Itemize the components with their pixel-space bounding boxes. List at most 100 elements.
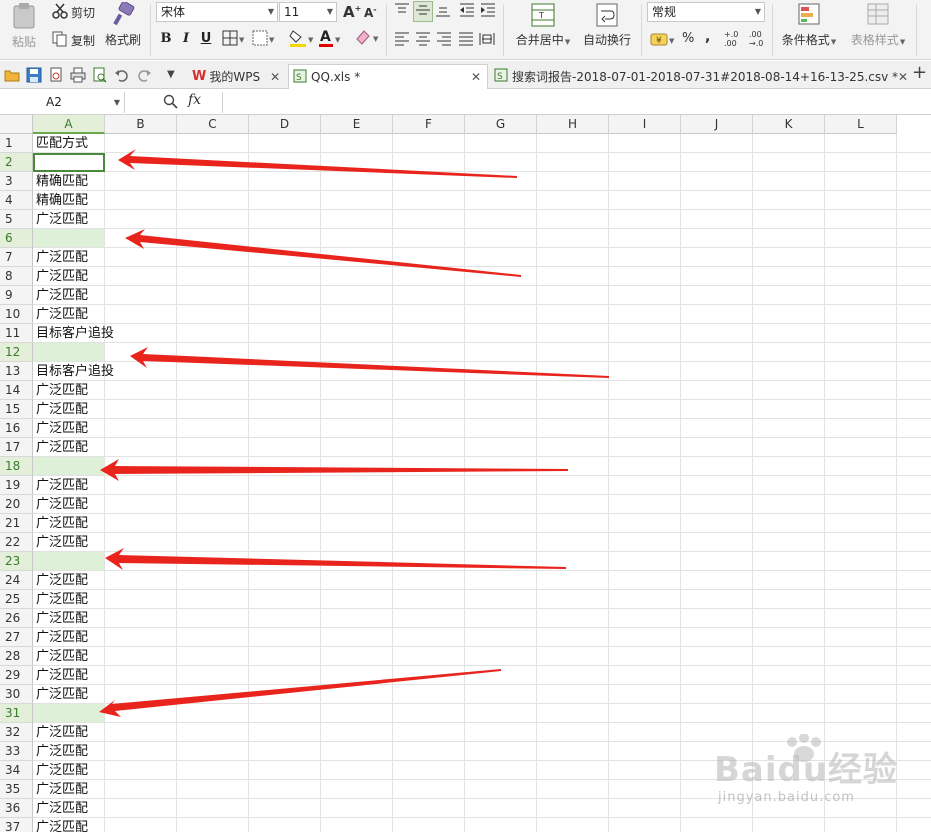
cell-a[interactable]: 广泛匹配: [33, 495, 105, 514]
fill-color-button[interactable]: ▼: [289, 28, 313, 51]
row-empty-cells[interactable]: [105, 590, 931, 609]
row-empty-cells[interactable]: [105, 514, 931, 533]
undo-button[interactable]: [114, 67, 130, 83]
column-header-a[interactable]: A: [33, 115, 105, 134]
row-header[interactable]: 13: [0, 362, 33, 381]
quick-access-menu-button[interactable]: ▼: [167, 69, 183, 85]
wrap-text-button[interactable]: 自动换行: [582, 2, 632, 48]
row-header[interactable]: 24: [0, 571, 33, 590]
cell-a[interactable]: 目标客户追投: [33, 362, 114, 381]
cell-a[interactable]: 广泛匹配: [33, 533, 105, 552]
italic-button[interactable]: I: [177, 30, 195, 48]
row-empty-cells[interactable]: [105, 153, 931, 172]
merge-center-button[interactable]: T 合并居中▼: [512, 2, 574, 48]
cell-a[interactable]: 广泛匹配: [33, 305, 105, 324]
row-header[interactable]: 36: [0, 799, 33, 818]
cell-a[interactable]: 广泛匹配: [33, 609, 105, 628]
row-header[interactable]: 33: [0, 742, 33, 761]
name-box[interactable]: A2 ▼: [0, 92, 125, 113]
justify-button[interactable]: [458, 32, 474, 49]
cell-a[interactable]: 广泛匹配: [33, 761, 105, 780]
row-empty-cells[interactable]: [105, 647, 931, 666]
row-header[interactable]: 15: [0, 400, 33, 419]
print-preview-button[interactable]: [48, 67, 64, 83]
decrease-font-button[interactable]: A-: [364, 5, 377, 20]
row-empty-cells[interactable]: [105, 628, 931, 647]
cell-a[interactable]: 广泛匹配: [33, 647, 105, 666]
row-header[interactable]: 12: [0, 343, 33, 362]
row-header[interactable]: 37: [0, 818, 33, 832]
row-header[interactable]: 18: [0, 457, 33, 476]
formula-input[interactable]: [226, 92, 926, 113]
cell-a[interactable]: 广泛匹配: [33, 267, 105, 286]
column-header-k[interactable]: K: [753, 115, 825, 134]
new-tab-button[interactable]: +: [912, 64, 928, 82]
row-header[interactable]: 3: [0, 172, 33, 191]
row-header[interactable]: 4: [0, 191, 33, 210]
row-empty-cells[interactable]: [105, 533, 931, 552]
close-icon[interactable]: ✕: [898, 70, 908, 84]
cell-a[interactable]: 精确匹配: [33, 191, 105, 210]
preview-button[interactable]: [92, 67, 108, 83]
row-header[interactable]: 32: [0, 723, 33, 742]
row-header[interactable]: 20: [0, 495, 33, 514]
cell-a[interactable]: 广泛匹配: [33, 514, 105, 533]
cell-a[interactable]: 广泛匹配: [33, 723, 105, 742]
cell-a[interactable]: 广泛匹配: [33, 381, 105, 400]
column-header-b[interactable]: B: [105, 115, 177, 134]
row-empty-cells[interactable]: [105, 685, 931, 704]
cell-a[interactable]: 广泛匹配: [33, 286, 105, 305]
row-header[interactable]: 23: [0, 552, 33, 571]
cut-button[interactable]: 剪切: [52, 3, 95, 22]
cell-a[interactable]: 广泛匹配: [33, 438, 105, 457]
cell-a[interactable]: 广泛匹配: [33, 419, 105, 438]
cell-a[interactable]: 广泛匹配: [33, 742, 105, 761]
cell-a[interactable]: 匹配方式: [33, 134, 105, 153]
cell-a[interactable]: 精确匹配: [33, 172, 105, 191]
row-header[interactable]: 9: [0, 286, 33, 305]
cell-a[interactable]: [33, 343, 105, 362]
row-header[interactable]: 1: [0, 134, 33, 153]
column-header-j[interactable]: J: [681, 115, 753, 134]
cell-a[interactable]: 广泛匹配: [33, 666, 105, 685]
row-empty-cells[interactable]: [105, 229, 931, 248]
align-middle-button[interactable]: [413, 1, 433, 22]
row-empty-cells[interactable]: [105, 704, 931, 723]
row-empty-cells[interactable]: [105, 286, 931, 305]
zoom-search-button[interactable]: [163, 94, 178, 112]
row-header[interactable]: 5: [0, 210, 33, 229]
row-empty-cells[interactable]: [105, 248, 931, 267]
row-header[interactable]: 35: [0, 780, 33, 799]
format-painter-button[interactable]: 格式刷: [104, 0, 142, 48]
align-bottom-button[interactable]: [435, 3, 451, 20]
row-header[interactable]: 26: [0, 609, 33, 628]
column-header-f[interactable]: F: [393, 115, 465, 134]
row-header[interactable]: 34: [0, 761, 33, 780]
currency-format-button[interactable]: ¥ ▼: [650, 31, 674, 50]
row-header[interactable]: 30: [0, 685, 33, 704]
row-empty-cells[interactable]: [105, 438, 931, 457]
column-header-h[interactable]: H: [537, 115, 609, 134]
row-header[interactable]: 2: [0, 153, 33, 172]
underline-button[interactable]: U: [197, 30, 215, 48]
row-empty-cells[interactable]: [105, 419, 931, 438]
row-empty-cells[interactable]: [105, 210, 931, 229]
distributed-align-button[interactable]: [479, 32, 495, 49]
tab-qq-xls[interactable]: S QQ.xls * ✕: [288, 64, 488, 89]
open-button[interactable]: [4, 67, 20, 83]
tab-search-report-csv[interactable]: S 搜索词报告-2018-07-01-2018-07-31#2018-08-14…: [490, 64, 908, 89]
cell-a[interactable]: 广泛匹配: [33, 818, 105, 832]
paste-button[interactable]: 粘贴: [6, 2, 42, 50]
cell-a[interactable]: 广泛匹配: [33, 248, 105, 267]
tab-my-wps[interactable]: W 我的WPS ✕: [188, 64, 286, 89]
row-empty-cells[interactable]: [105, 381, 931, 400]
column-header-g[interactable]: G: [465, 115, 537, 134]
increase-decimal-button[interactable]: +.0.00: [724, 30, 738, 48]
bold-button[interactable]: B: [157, 30, 175, 48]
row-header[interactable]: 25: [0, 590, 33, 609]
cell-fill-pattern-button[interactable]: ▼: [252, 30, 274, 49]
row-empty-cells[interactable]: [105, 362, 931, 381]
cell-a[interactable]: 广泛匹配: [33, 685, 105, 704]
font-name-select[interactable]: 宋体 ▼: [156, 2, 278, 22]
align-center-button[interactable]: [415, 32, 431, 49]
